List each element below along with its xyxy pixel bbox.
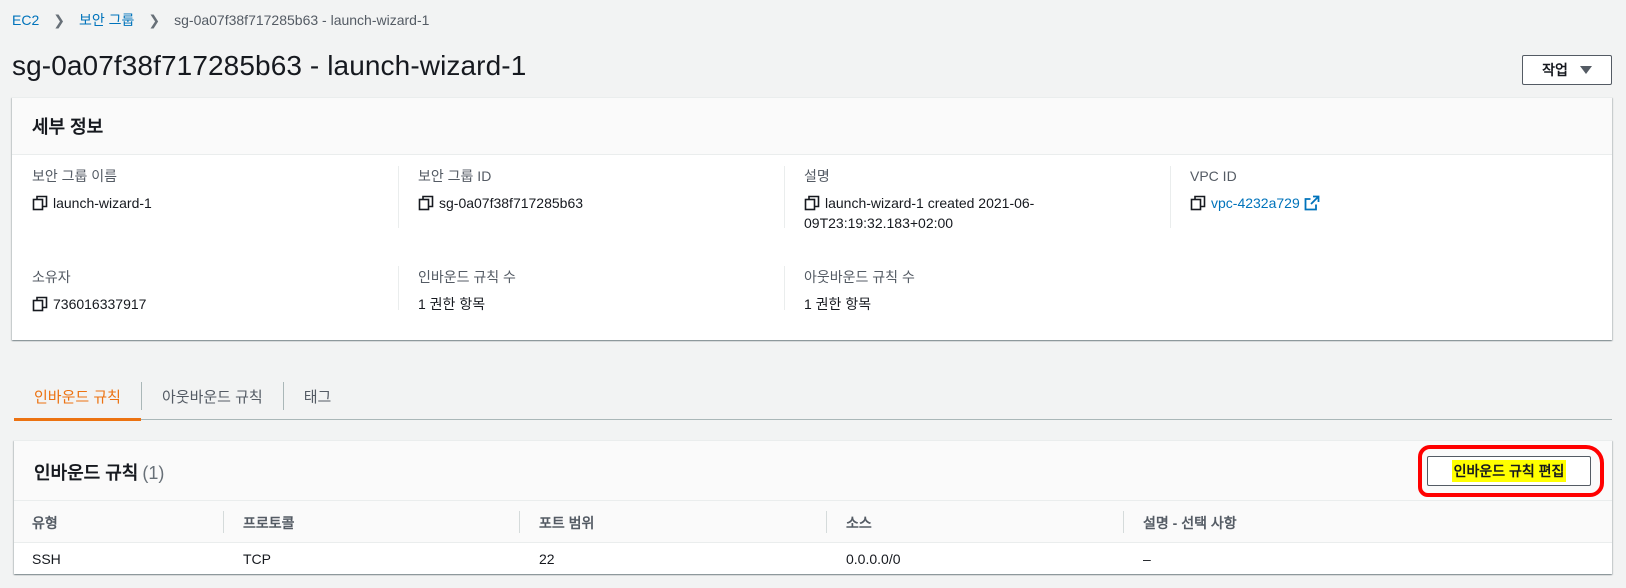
- column-header-type[interactable]: 유형: [32, 513, 58, 533]
- column-header-description[interactable]: 설명 - 선택 사항: [1143, 513, 1237, 533]
- outbound-count-label: 아웃바운드 규칙 수: [804, 269, 915, 285]
- cell-source: 0.0.0.0/0: [846, 551, 901, 567]
- cell-description: –: [1143, 551, 1151, 567]
- inbound-count-value: 1 권한 항목: [418, 296, 486, 312]
- caret-down-icon: [1579, 66, 1592, 74]
- column-divider: [223, 511, 224, 533]
- description-line-1: launch-wizard-1 created 2021-06-: [825, 195, 1035, 211]
- divider: [784, 166, 785, 228]
- divider: [398, 166, 399, 228]
- description-line-2: 09T23:19:32.183+02:00: [804, 215, 954, 231]
- inbound-rules-title-text: 인바운드 규칙: [34, 463, 139, 483]
- tab-bar: 인바운드 규칙 아웃바운드 규칙 태그: [14, 372, 1612, 421]
- actions-button[interactable]: 작업: [1522, 55, 1612, 85]
- column-divider: [826, 511, 827, 533]
- owner-field: 소유자 736016337917: [32, 269, 146, 314]
- column-header-protocol[interactable]: 프로토콜: [243, 513, 295, 533]
- chevron-right-icon: ❯: [148, 11, 161, 28]
- breadcrumb: EC2 ❯ 보안 그룹 ❯ sg-0a07f38f717285b63 - lau…: [12, 10, 429, 30]
- column-divider: [519, 511, 520, 533]
- breadcrumb-current: sg-0a07f38f717285b63 - launch-wizard-1: [174, 12, 430, 28]
- inbound-rules-title: 인바운드 규칙 (1): [34, 459, 164, 485]
- sg-id-field: 보안 그룹 ID sg-0a07f38f717285b63: [418, 168, 583, 213]
- column-header-source[interactable]: 소스: [846, 513, 872, 533]
- edit-inbound-rules-label: 인바운드 규칙 편집: [1451, 460, 1567, 482]
- divider: [784, 266, 785, 310]
- chevron-right-icon: ❯: [53, 11, 65, 28]
- description-label: 설명: [804, 168, 830, 184]
- copy-icon[interactable]: [804, 195, 820, 211]
- tab-inbound-rules[interactable]: 인바운드 규칙: [14, 372, 141, 421]
- sg-name-value: launch-wizard-1: [53, 195, 152, 211]
- owner-label: 소유자: [32, 269, 71, 285]
- divider: [1170, 166, 1171, 228]
- outbound-count-field: 아웃바운드 규칙 수 1 권한 항목: [804, 269, 915, 314]
- breadcrumb-security-groups-link[interactable]: 보안 그룹: [79, 10, 134, 30]
- column-divider: [1123, 511, 1124, 533]
- vpc-id-link[interactable]: vpc-4232a729: [1211, 193, 1300, 213]
- inbound-rules-count: (1): [142, 463, 165, 483]
- external-link-icon[interactable]: [1304, 195, 1320, 211]
- vpc-id-field: VPC ID vpc-4232a729: [1190, 168, 1320, 213]
- cell-type: SSH: [32, 551, 61, 567]
- table-row: SSH TCP 22 0.0.0.0/0 –: [14, 543, 1612, 575]
- breadcrumb-ec2-link[interactable]: EC2: [12, 12, 39, 28]
- description-field: 설명 launch-wizard-1 created 2021-06- 09T23…: [804, 168, 1034, 233]
- details-title: 세부 정보: [12, 98, 1612, 155]
- column-header-port-range[interactable]: 포트 범위: [539, 513, 594, 533]
- inbound-count-field: 인바운드 규칙 수 1 권한 항목: [418, 269, 516, 314]
- edit-inbound-rules-button[interactable]: 인바운드 규칙 편집: [1427, 456, 1591, 486]
- sg-name-field: 보안 그룹 이름 launch-wizard-1: [32, 168, 152, 213]
- page-title: sg-0a07f38f717285b63 - launch-wizard-1: [12, 50, 527, 81]
- description-value: launch-wizard-1 created 2021-06- 09T23:19…: [804, 193, 1035, 233]
- copy-icon[interactable]: [32, 195, 48, 211]
- sg-id-value: sg-0a07f38f717285b63: [439, 195, 584, 211]
- tab-tags[interactable]: 태그: [284, 372, 352, 420]
- vpc-id-label: VPC ID: [1190, 168, 1237, 184]
- outbound-count-value: 1 권한 항목: [804, 296, 872, 312]
- cell-protocol: TCP: [243, 551, 271, 567]
- cell-port-range: 22: [539, 551, 555, 567]
- copy-icon[interactable]: [1190, 195, 1206, 211]
- table-header: 유형 프로토콜 포트 범위 소스 설명 - 선택 사항: [14, 501, 1612, 543]
- owner-value: 736016337917: [53, 296, 147, 312]
- sg-name-label: 보안 그룹 이름: [32, 168, 118, 184]
- inbound-rules-panel: 인바운드 규칙 (1) 인바운드 규칙 편집 유형 프로토콜 포트 범위 소스 설…: [14, 440, 1612, 574]
- details-panel: 세부 정보 보안 그룹 이름 launch-wizard-1 보안 그룹 ID …: [12, 97, 1612, 340]
- inbound-rules-header: 인바운드 규칙 (1) 인바운드 규칙 편집: [14, 441, 1612, 501]
- sg-id-label: 보안 그룹 ID: [418, 168, 492, 184]
- copy-icon[interactable]: [32, 296, 48, 312]
- divider: [398, 266, 399, 310]
- copy-icon[interactable]: [418, 195, 434, 211]
- actions-button-label: 작업: [1542, 62, 1568, 78]
- inbound-count-label: 인바운드 규칙 수: [418, 269, 516, 285]
- tab-outbound-rules[interactable]: 아웃바운드 규칙: [142, 372, 283, 420]
